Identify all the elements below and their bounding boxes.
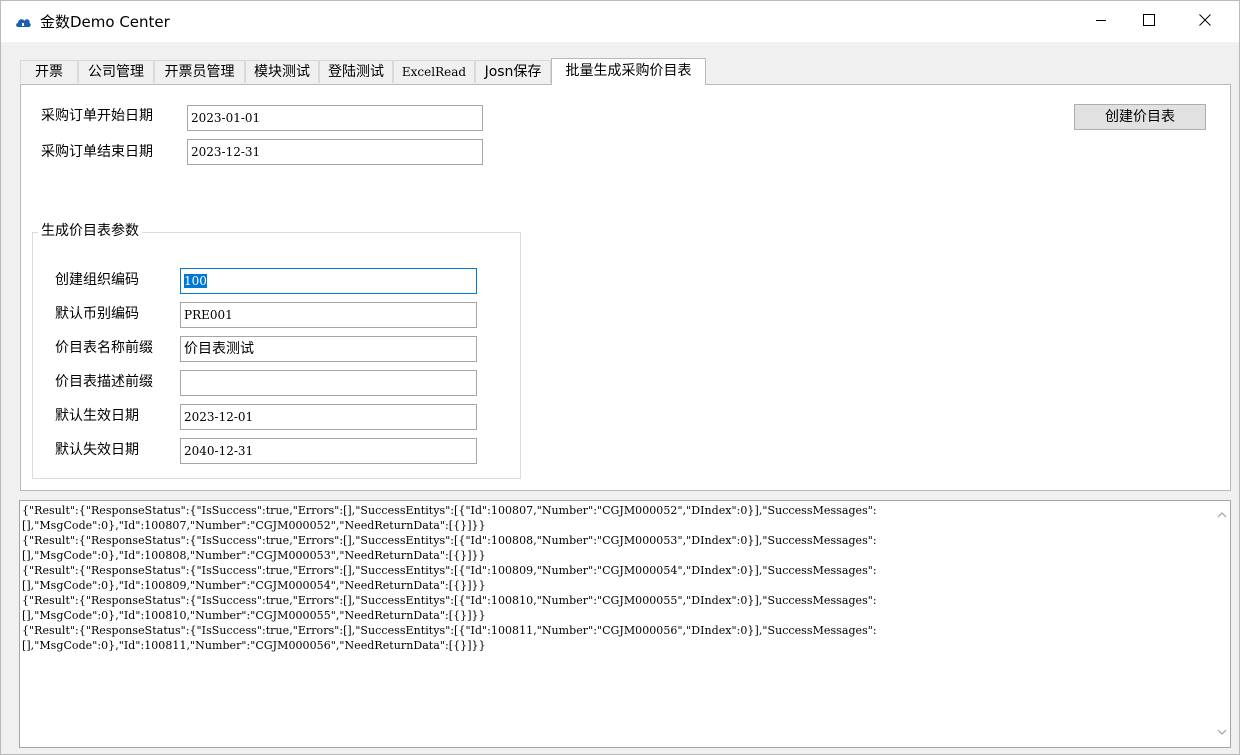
org-code-label: 创建组织编码 <box>55 272 139 288</box>
tab-invoice[interactable]: 开票 <box>20 60 78 83</box>
name-prefix-input[interactable]: 价目表测试 <box>180 336 477 362</box>
chevron-up-icon[interactable] <box>1216 509 1227 520</box>
close-button[interactable] <box>1182 1 1228 42</box>
app-window: 金数Demo Center 开票 公司管理 开票员管理 模块测试 登陆测试 Ex… <box>0 0 1240 755</box>
start-date-input[interactable]: 2023-01-01 <box>187 105 483 131</box>
org-code-input[interactable]: 100 <box>180 268 477 294</box>
tab-module-test[interactable]: 模块测试 <box>245 60 319 83</box>
minimize-button[interactable] <box>1078 1 1124 42</box>
tab-company-management[interactable]: 公司管理 <box>78 60 154 83</box>
log-output-textarea[interactable]: {"Result":{"ResponseStatus":{"IsSuccess"… <box>19 500 1231 748</box>
expiry-date-input[interactable]: 2040-12-31 <box>180 438 477 464</box>
end-date-input[interactable]: 2023-12-31 <box>187 139 483 165</box>
tab-excel-read[interactable]: ExcelRead <box>393 60 475 83</box>
start-date-label: 采购订单开始日期 <box>41 108 153 124</box>
chevron-down-icon[interactable] <box>1216 727 1227 738</box>
tab-json-save[interactable]: Josn保存 <box>475 60 551 83</box>
currency-code-input[interactable]: PRE001 <box>180 302 477 328</box>
end-date-label: 采购订单结束日期 <box>41 144 153 160</box>
tab-invoicer-management[interactable]: 开票员管理 <box>154 60 245 83</box>
org-code-value: 100 <box>184 274 207 288</box>
log-scrollbar[interactable] <box>1213 501 1230 747</box>
desc-prefix-input[interactable] <box>180 370 477 396</box>
create-price-list-button[interactable]: 创建价目表 <box>1074 104 1206 130</box>
maximize-button[interactable] <box>1126 1 1172 42</box>
currency-code-label: 默认币别编码 <box>55 306 139 322</box>
cloud-app-icon <box>15 14 31 30</box>
minimize-icon <box>1095 14 1107 30</box>
maximize-icon <box>1143 13 1155 30</box>
effective-date-input[interactable]: 2023-12-01 <box>180 404 477 430</box>
desc-prefix-label: 价目表描述前缀 <box>55 374 153 390</box>
title-bar[interactable]: 金数Demo Center <box>1 1 1239 42</box>
window-title: 金数Demo Center <box>40 13 170 31</box>
tab-login-test[interactable]: 登陆测试 <box>319 60 393 83</box>
tab-batch-price-list[interactable]: 批量生成采购价目表 <box>551 58 706 85</box>
close-icon <box>1199 13 1211 30</box>
expiry-date-label: 默认失效日期 <box>55 442 139 458</box>
effective-date-label: 默认生效日期 <box>55 408 139 424</box>
log-text: {"Result":{"ResponseStatus":{"IsSuccess"… <box>22 504 877 652</box>
name-prefix-label: 价目表名称前缀 <box>55 340 153 356</box>
group-title: 生成价目表参数 <box>38 222 142 240</box>
